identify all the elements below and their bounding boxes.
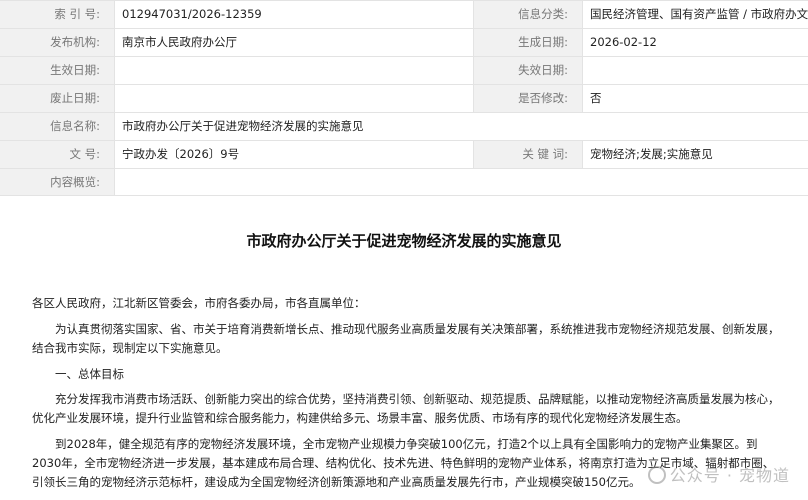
section-heading-goals: 一、总体目标 bbox=[55, 367, 124, 381]
meta-row-docno: 文 号: 宁政办发〔2026〕9号 关 键 词: 宠物经济;发展;实施意见 bbox=[0, 141, 808, 169]
effective-date-label: 生效日期: bbox=[0, 57, 115, 84]
index-value: 012947031/2026-12359 bbox=[122, 7, 262, 21]
abolish-date-label: 废止日期: bbox=[0, 85, 115, 112]
paragraph-intro: 为认真贯彻落实国家、省、市关于培育消费新增长点、推动现代服务业高质量发展有关决策… bbox=[32, 322, 780, 355]
expiry-date-value bbox=[583, 57, 808, 84]
info-name-label: 信息名称: bbox=[0, 113, 115, 140]
meta-row-index: 索 引 号: 012947031/2026-12359 信息分类: 国民经济管理… bbox=[0, 1, 808, 29]
summary-value bbox=[115, 169, 808, 195]
meta-row-abolish: 废止日期: 是否修改: 否 bbox=[0, 85, 808, 113]
effective-date-value bbox=[115, 57, 473, 84]
metadata-table: 索 引 号: 012947031/2026-12359 信息分类: 国民经济管理… bbox=[0, 0, 808, 196]
revised-value: 否 bbox=[590, 91, 602, 105]
index-label: 索 引 号: bbox=[0, 1, 115, 28]
info-name-value: 市政府办公厅关于促进宠物经济发展的实施意见 bbox=[122, 119, 364, 133]
meta-row-name: 信息名称: 市政府办公厅关于促进宠物经济发展的实施意见 bbox=[0, 113, 808, 141]
revised-label: 是否修改: bbox=[473, 85, 583, 112]
keywords-label: 关 键 词: bbox=[473, 141, 583, 168]
document-title: 市政府办公厅关于促进宠物经济发展的实施意见 bbox=[246, 232, 562, 250]
meta-row-summary: 内容概览: bbox=[0, 169, 808, 196]
paragraph-goals: 充分发挥我市消费市场活跃、创新能力突出的综合优势，坚持消费引领、创新驱动、规范提… bbox=[32, 392, 780, 425]
expiry-date-label: 失效日期: bbox=[473, 57, 583, 84]
meta-row-effective: 生效日期: 失效日期: bbox=[0, 57, 808, 85]
salutation: 各区人民政府，江北新区管委会，市府各委办局，市各直属单位： bbox=[32, 296, 366, 310]
doc-number-value: 宁政办发〔2026〕9号 bbox=[122, 147, 240, 161]
wechat-icon bbox=[647, 466, 666, 484]
keywords-value: 宠物经济;发展;实施意见 bbox=[590, 147, 713, 161]
created-date-value: 2026-02-12 bbox=[590, 35, 657, 49]
abolish-date-value bbox=[115, 85, 473, 112]
publisher-label: 发布机构: bbox=[0, 29, 115, 56]
doc-number-label: 文 号: bbox=[0, 141, 115, 168]
watermark: 公众号 · 宠物道 bbox=[647, 462, 790, 486]
category-label: 信息分类: bbox=[473, 1, 583, 28]
created-date-label: 生成日期: bbox=[473, 29, 583, 56]
watermark-text: 公众号 · 宠物道 bbox=[669, 466, 790, 485]
publisher-value: 南京市人民政府办公厅 bbox=[122, 35, 237, 49]
category-value: 国民经济管理、国有资产监管 / 市政府办文件 / 意见 bbox=[590, 7, 808, 21]
meta-row-publisher: 发布机构: 南京市人民政府办公厅 生成日期: 2026-02-12 bbox=[0, 29, 808, 57]
summary-label: 内容概览: bbox=[0, 169, 115, 195]
